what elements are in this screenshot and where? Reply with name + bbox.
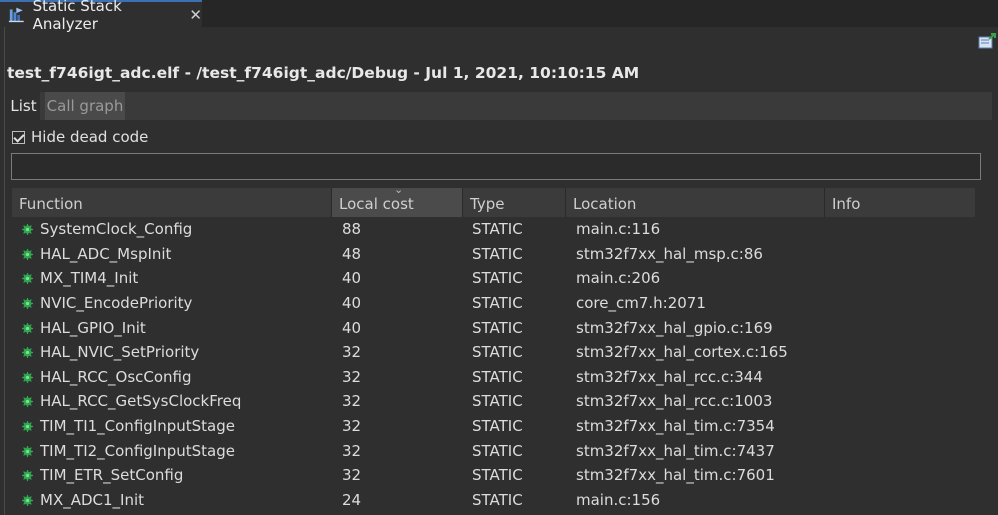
table-row[interactable]: HAL_RCC_GetSysClockFreq 32 STATIC stm32f7xx… <box>12 389 975 414</box>
function-icon <box>22 371 33 383</box>
table-row[interactable]: TIM_TI1_ConfigInputStage 32 STATIC stm32f7x… <box>12 414 975 439</box>
tab-list[interactable]: List <box>7 92 40 120</box>
cell-function-name: MX_ADC1_Init <box>40 491 145 510</box>
cell-type: STATIC <box>472 343 523 362</box>
cell-function-name: SystemClock_Config <box>40 220 193 238</box>
function-icon <box>22 273 33 285</box>
function-icon <box>22 297 33 309</box>
function-icon <box>22 322 33 334</box>
cell-local-cost: 40 <box>342 293 362 312</box>
cell-function-name: HAL_RCC_OscConfig <box>40 367 192 386</box>
function-icon <box>22 495 33 507</box>
filter-search-input[interactable] <box>11 153 981 180</box>
cell-location: main.c:206 <box>576 269 661 288</box>
cell-location: stm32f7xx_hal_rcc.c:1003 <box>576 392 773 411</box>
cell-location: stm32f7xx_hal_cortex.c:165 <box>576 343 788 362</box>
cell-function-name: HAL_GPIO_Init <box>40 318 146 337</box>
cell-type: STATIC <box>472 367 523 386</box>
table-row[interactable]: HAL_RCC_OscConfig 32 STATIC stm32f7xx_hal_r… <box>12 365 975 390</box>
table-row[interactable]: HAL_ADC_MspInit 48 STATIC stm32f7xx_hal_msp… <box>12 242 975 267</box>
table-row[interactable]: SystemClock_Config 88 STATIC main.c:116 <box>12 217 975 242</box>
stack-analyzer-icon <box>8 7 24 22</box>
cell-type: STATIC <box>472 269 523 288</box>
cell-local-cost: 32 <box>342 392 362 411</box>
cell-location: stm32f7xx_hal_tim.c:7354 <box>576 417 775 436</box>
cell-type: STATIC <box>472 293 523 312</box>
function-icon <box>22 347 33 359</box>
cell-function-name: TIM_TI1_ConfigInputStage <box>40 417 235 436</box>
column-header-info[interactable]: Info <box>825 188 975 217</box>
function-icon <box>22 248 33 260</box>
functions-table: Function ⌄ Local cost Type Location Info… <box>12 183 975 513</box>
table-row[interactable]: TIM_ETR_SetConfig 32 STATIC stm32f7xx_hal_t… <box>12 463 975 488</box>
table-body: SystemClock_Config 88 STATIC main.c:116 HAL_… <box>12 217 975 513</box>
view-tab-static-stack-analyzer[interactable]: Static Stack Analyzer ✕ <box>0 0 202 33</box>
cell-local-cost: 32 <box>342 466 362 485</box>
cell-location: core_cm7.h:2071 <box>576 293 706 312</box>
cell-type: STATIC <box>472 441 523 460</box>
cell-function-name: HAL_ADC_MspInit <box>40 244 172 263</box>
cell-type: STATIC <box>472 466 523 485</box>
column-header-local-cost[interactable]: ⌄ Local cost <box>332 183 463 217</box>
cell-local-cost: 88 <box>342 220 362 238</box>
cell-type: STATIC <box>472 318 523 337</box>
export-icon[interactable] <box>978 33 996 49</box>
function-icon <box>22 421 33 433</box>
cell-local-cost: 40 <box>342 269 362 288</box>
table-row[interactable]: TIM_TI2_ConfigInputStage 32 STATIC stm32f7x… <box>12 439 975 464</box>
cell-local-cost: 32 <box>342 343 362 362</box>
function-icon <box>22 224 33 235</box>
cell-function-name: TIM_TI2_ConfigInputStage <box>40 441 235 460</box>
table-row[interactable]: MX_TIM4_Init 40 STATIC main.c:206 <box>12 266 975 291</box>
view-title: Static Stack Analyzer <box>32 0 122 33</box>
cell-function-name: MX_TIM4_Init <box>40 269 139 288</box>
cell-location: main.c:156 <box>576 491 661 510</box>
cell-local-cost: 40 <box>342 318 362 337</box>
column-header-function[interactable]: Function <box>12 188 332 217</box>
cell-function-name: HAL_RCC_GetSysClockFreq <box>40 392 242 411</box>
table-row[interactable]: NVIC_EncodePriority 40 STATIC core_cm7.h:20… <box>12 291 975 316</box>
function-icon <box>22 445 33 457</box>
view-inner-tabs: List Call graph <box>7 92 992 120</box>
hide-dead-code-option[interactable]: Hide dead code <box>12 128 148 146</box>
cell-local-cost: 32 <box>342 417 362 436</box>
cell-type: STATIC <box>472 491 523 510</box>
column-header-location[interactable]: Location <box>566 188 825 217</box>
function-icon <box>22 470 33 482</box>
hide-dead-code-label: Hide dead code <box>31 128 149 146</box>
table-row[interactable]: MX_ADC1_Init 24 STATIC main.c:156 <box>12 488 975 513</box>
panel-border <box>4 27 5 515</box>
cell-function-name: NVIC_EncodePriority <box>40 293 193 312</box>
cell-location: stm32f7xx_hal_rcc.c:344 <box>576 367 763 386</box>
cell-type: STATIC <box>472 244 523 263</box>
sort-chevron-down-icon: ⌄ <box>394 183 404 196</box>
cell-function-name: HAL_NVIC_SetPriority <box>40 343 200 362</box>
tab-call-graph[interactable]: Call graph <box>45 92 125 120</box>
hide-dead-code-checkbox[interactable] <box>12 130 25 144</box>
cell-type: STATIC <box>472 417 523 436</box>
cell-location: stm32f7xx_hal_tim.c:7437 <box>576 441 775 460</box>
cell-local-cost: 32 <box>342 441 362 460</box>
close-icon[interactable]: ✕ <box>189 6 202 24</box>
table-header: Function ⌄ Local cost Type Location Info <box>12 183 975 217</box>
cell-location: main.c:116 <box>576 220 661 238</box>
column-header-type[interactable]: Type <box>463 188 566 217</box>
view-tab-strip: Static Stack Analyzer ✕ <box>0 0 998 33</box>
function-icon <box>22 396 33 408</box>
cell-function-name: TIM_ETR_SetConfig <box>40 466 184 485</box>
cell-location: stm32f7xx_hal_msp.c:86 <box>576 244 763 263</box>
cell-local-cost: 48 <box>342 244 362 263</box>
cell-local-cost: 32 <box>342 367 362 386</box>
cell-location: stm32f7xx_hal_tim.c:7601 <box>576 466 775 485</box>
cell-type: STATIC <box>472 220 523 238</box>
cell-location: stm32f7xx_hal_gpio.c:169 <box>576 318 773 337</box>
cell-local-cost: 24 <box>342 491 362 510</box>
table-row[interactable]: HAL_NVIC_SetPriority 32 STATIC stm32f7xx_ha… <box>12 340 975 365</box>
analysis-header-title: test_f746igt_adc.elf - /test_f746igt_adc… <box>7 64 640 82</box>
cell-type: STATIC <box>472 392 523 411</box>
table-row[interactable]: HAL_GPIO_Init 40 STATIC stm32f7xx_hal_gpio.… <box>12 316 975 341</box>
